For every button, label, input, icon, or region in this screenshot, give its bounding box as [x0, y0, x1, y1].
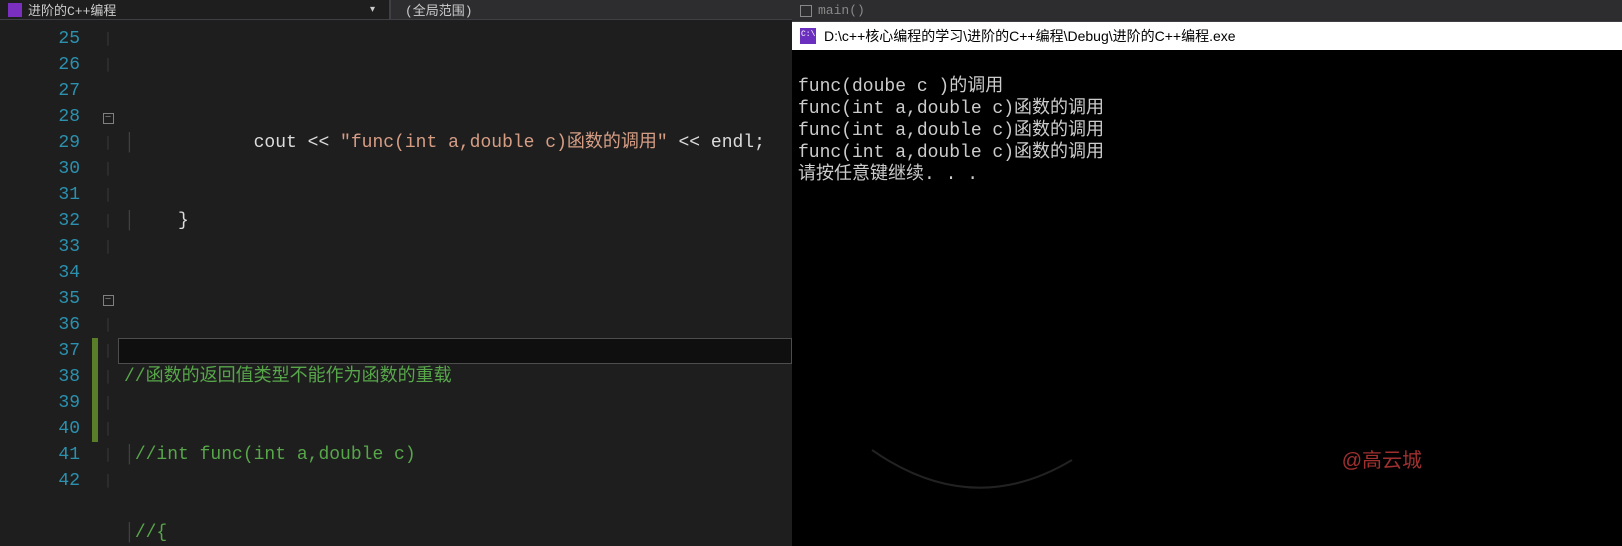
console-line: func(int a,double c)函数的调用	[798, 99, 1104, 119]
console-title-bar[interactable]: D:\c++核心编程的学习\进阶的C++编程\Debug\进阶的C++编程.ex…	[792, 22, 1622, 50]
console-line: func(int a,double c)函数的调用	[798, 121, 1104, 141]
function-icon	[800, 5, 812, 17]
console-line: 请按任意键继续. . .	[798, 165, 978, 185]
cpp-file-icon	[8, 3, 22, 17]
right-pane: main() D:\c++核心编程的学习\进阶的C++编程\Debug\进阶的C…	[792, 0, 1622, 546]
code-editor[interactable]: 252627 282930 313233 343536 373839 40414…	[0, 20, 792, 546]
fold-gutter: ││ − │││ ││ − │││ │││ │	[98, 20, 118, 546]
fold-toggle-icon[interactable]: −	[103, 113, 114, 124]
code-area[interactable]: │ cout << "func(int a,double c)函数的调用" <<…	[118, 20, 792, 546]
file-tab[interactable]: 进阶的C++编程 ▾	[0, 0, 390, 19]
console-exe-icon	[800, 28, 816, 44]
console-output[interactable]: func(doube c )的调用 func(int a,double c)函数…	[792, 50, 1622, 546]
decorative-swoosh	[862, 430, 1082, 510]
file-tab-label: 进阶的C++编程	[28, 0, 116, 19]
console-line: func(int a,double c)函数的调用	[798, 143, 1104, 163]
editor-tab-bar: 进阶的C++编程 ▾ (全局范围)	[0, 0, 792, 20]
scope-dropdown[interactable]: (全局范围)	[390, 0, 792, 19]
console-title-text: D:\c++核心编程的学习\进阶的C++编程\Debug\进阶的C++编程.ex…	[824, 26, 1236, 46]
scope-label: (全局范围)	[405, 0, 473, 19]
peek-function-label: main()	[818, 3, 865, 18]
chevron-down-icon[interactable]: ▾	[364, 4, 381, 16]
console-line: func(doube c )的调用	[798, 77, 1003, 97]
current-line-highlight	[118, 338, 792, 364]
line-number-gutter: 252627 282930 313233 343536 373839 40414…	[0, 20, 92, 546]
root: 进阶的C++编程 ▾ (全局范围) 252627 282930 313233 3…	[0, 0, 1622, 546]
watermark-text: @高云城	[1342, 450, 1422, 472]
fold-toggle-icon[interactable]: −	[103, 295, 114, 306]
editor-pane: 进阶的C++编程 ▾ (全局范围) 252627 282930 313233 3…	[0, 0, 792, 546]
peek-function-tab[interactable]: main()	[792, 0, 1622, 22]
